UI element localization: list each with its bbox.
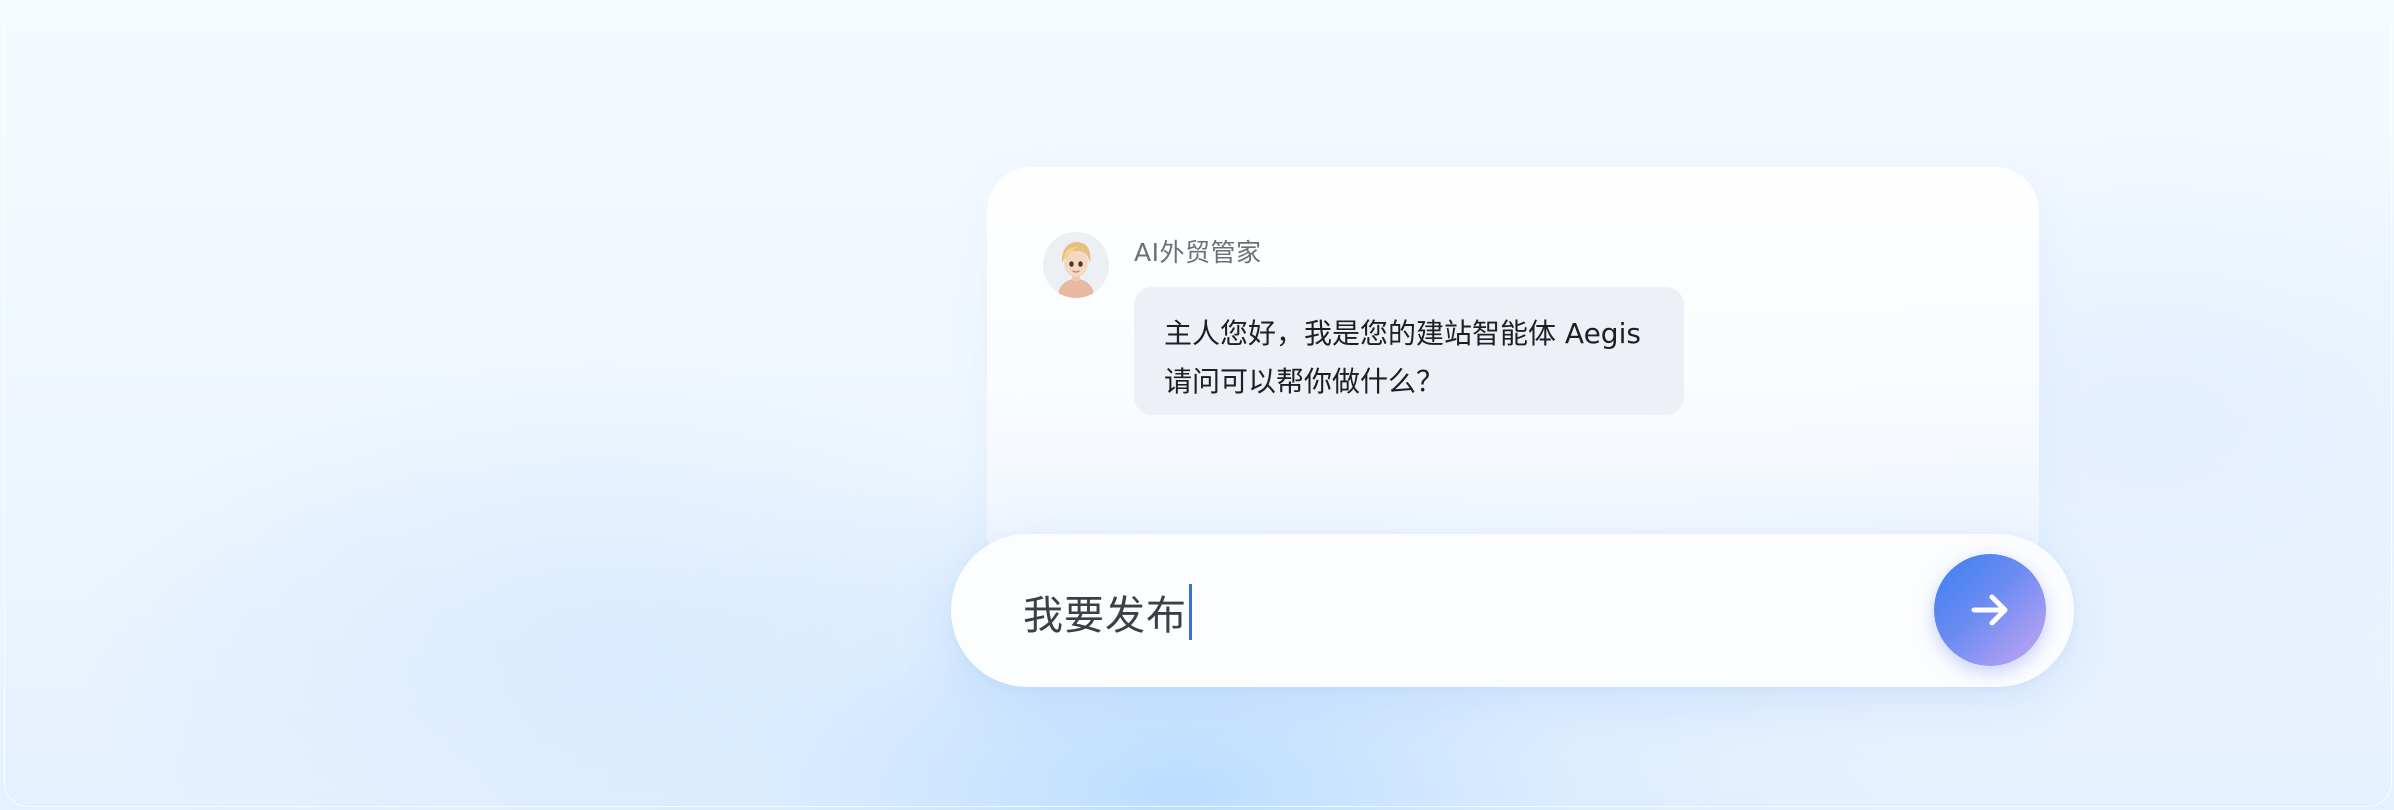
message-line-1: 主人您好，我是您的建站智能体 Aegis xyxy=(1164,317,1641,350)
text-caret xyxy=(1189,584,1192,640)
message-input[interactable]: 我要发布 xyxy=(1023,584,1192,640)
arrow-right-icon xyxy=(1971,594,2008,626)
assistant-message-bubble: 主人您好，我是您的建站智能体 Aegis 请问可以帮你做什么？ xyxy=(1134,287,1684,415)
cartoon-avatar-icon xyxy=(1043,232,1109,298)
chat-input-bar[interactable]: 我要发布 xyxy=(951,534,2074,687)
message-line-2: 请问可以帮你做什么？ xyxy=(1164,365,1445,398)
agent-avatar xyxy=(1043,232,1109,298)
agent-name: AI外贸管家 xyxy=(1134,238,1262,267)
message-input-value: 我要发布 xyxy=(1023,593,1187,639)
send-button[interactable] xyxy=(1934,554,2046,666)
chat-card: AI外贸管家 主人您好，我是您的建站智能体 Aegis 请问可以帮你做什么？ xyxy=(987,167,2039,577)
